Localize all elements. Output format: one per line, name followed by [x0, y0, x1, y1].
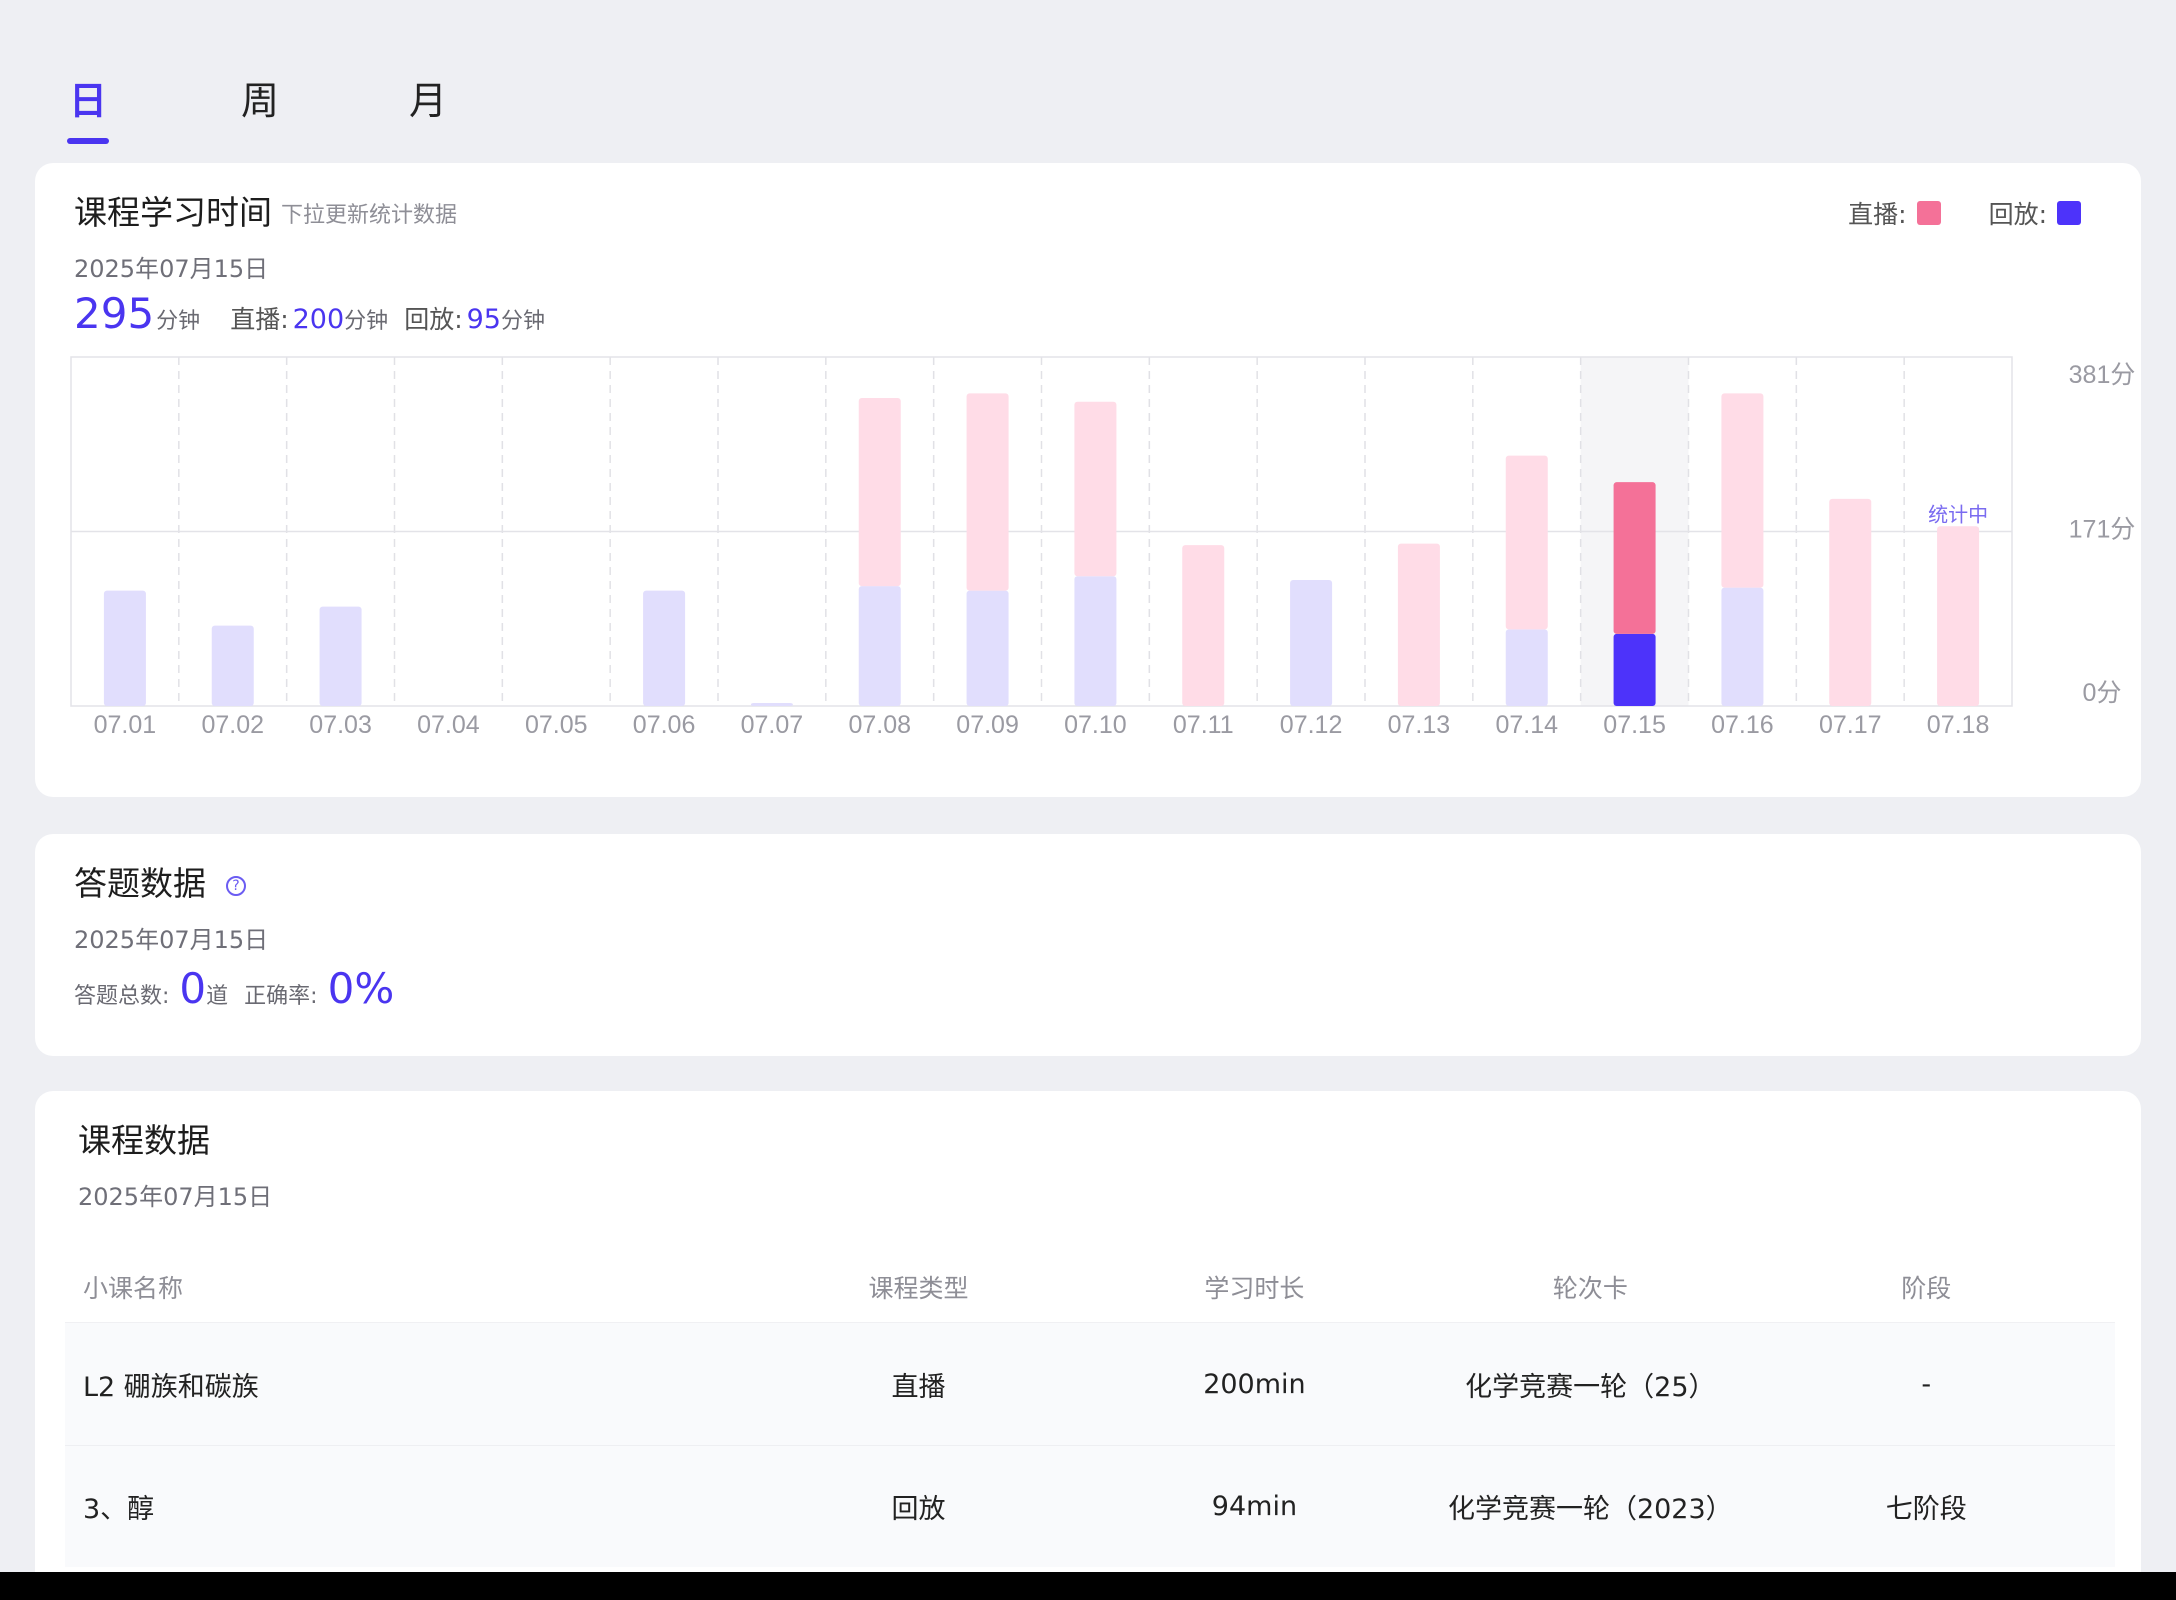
x-tick-label: 07.02	[201, 711, 264, 739]
bar-replay	[858, 586, 901, 706]
answer-total-value: 0	[179, 964, 207, 1013]
x-tick-label: 07.11	[1173, 711, 1234, 739]
bar-live	[1505, 455, 1548, 630]
cell-round-card: 化学竞赛一轮（2023）	[1447, 1494, 1733, 1525]
x-tick-label: 07.14	[1495, 711, 1558, 739]
bar-live	[1182, 545, 1225, 706]
course-data-title: 课程数据	[78, 1121, 210, 1160]
table-header: 小课名称 课程类型 学习时长 轮次卡 阶段	[65, 1251, 2115, 1323]
column-header-duration: 学习时长	[1204, 1273, 1305, 1303]
answer-total-unit: 道	[206, 984, 229, 1009]
active-tab-indicator	[67, 138, 109, 144]
cell-course-type: 回放	[891, 1494, 946, 1525]
status-label: 统计中	[1928, 504, 1988, 527]
x-tick-label: 07.12	[1280, 711, 1343, 739]
x-tick-label: 07.16	[1711, 711, 1774, 739]
table-row[interactable]: L2 硼族和碳族 直播 200min 化学竞赛一轮（25） -	[65, 1323, 2115, 1445]
tab-day[interactable]: 日	[69, 76, 107, 126]
bar-replay	[1613, 633, 1656, 706]
study-time-card: 课程学习时间 下拉更新统计数据 直播: 回放: 2025年07月15日 295 …	[35, 163, 2141, 797]
tab-week[interactable]: 周	[241, 76, 279, 126]
x-tick-label: 07.09	[956, 711, 1019, 739]
cell-duration: 94min	[1211, 1491, 1298, 1522]
cell-course-name: L2 硼族和碳族	[83, 1371, 259, 1403]
bar-live	[1937, 526, 1980, 706]
column-header-type: 课程类型	[868, 1273, 969, 1303]
y-tick-label: 171分	[2069, 516, 2136, 544]
table-row[interactable]: 3、醇 回放 94min 化学竞赛一轮（2023） 七阶段	[65, 1445, 2115, 1567]
bar-replay	[1290, 580, 1333, 706]
bottom-bar	[0, 1572, 2176, 1600]
cell-duration: 200min	[1203, 1368, 1306, 1400]
y-tick-label: 0分	[2083, 679, 2122, 707]
bar-replay	[643, 590, 686, 706]
bar-live	[1721, 393, 1764, 588]
answer-data-date: 2025年07月15日	[74, 926, 269, 954]
x-tick-label: 07.13	[1388, 711, 1451, 739]
x-tick-label: 07.03	[309, 711, 372, 739]
bar-live	[1613, 482, 1656, 634]
x-tick-label: 07.06	[633, 711, 696, 739]
bar-live	[1074, 401, 1117, 577]
bar-live	[858, 397, 901, 587]
bar-replay	[966, 590, 1009, 706]
bar-live	[1397, 543, 1440, 706]
help-icon[interactable]: ?	[226, 875, 246, 896]
course-data-date: 2025年07月15日	[78, 1183, 273, 1211]
x-tick-label: 07.07	[741, 711, 804, 739]
bar-live	[1829, 498, 1872, 706]
column-header-name: 小课名称	[83, 1273, 184, 1303]
x-tick-label: 07.08	[848, 711, 911, 739]
x-tick-label: 07.10	[1064, 711, 1127, 739]
course-data-card: 课程数据 2025年07月15日 小课名称 课程类型 学习时长 轮次卡 阶段 L…	[35, 1091, 2141, 1600]
period-tabs: 日 周 月	[0, 0, 2176, 160]
column-header-stage: 阶段	[1901, 1273, 1952, 1303]
column-header-card: 轮次卡	[1552, 1273, 1628, 1303]
bar-replay	[1074, 576, 1117, 706]
x-tick-label: 07.04	[417, 711, 480, 739]
bar-live	[966, 393, 1009, 591]
answer-data-card: 答题数据? 2025年07月15日 答题总数: 0 道 正确率: 0%	[35, 834, 2141, 1056]
cell-stage: -	[1921, 1368, 1932, 1400]
cell-course-type: 直播	[891, 1371, 946, 1403]
accuracy-label: 正确率:	[244, 984, 318, 1009]
x-tick-label: 07.15	[1603, 711, 1666, 739]
bar-replay	[103, 590, 146, 706]
x-tick-label: 07.18	[1927, 711, 1990, 739]
answer-summary: 答题总数: 0 道 正确率: 0%	[74, 964, 394, 1014]
course-table: 小课名称 课程类型 学习时长 轮次卡 阶段 L2 硼族和碳族 直播 200min…	[65, 1251, 2115, 1567]
x-tick-label: 07.01	[94, 711, 157, 739]
bar-replay	[319, 606, 362, 706]
cell-stage: 七阶段	[1885, 1494, 1967, 1525]
cell-round-card: 化学竞赛一轮（25）	[1465, 1371, 1716, 1403]
y-tick-label: 381分	[2069, 361, 2136, 389]
answer-data-title-row: 答题数据?	[74, 862, 246, 906]
answer-data-title: 答题数据	[74, 864, 206, 903]
accuracy-value: 0%	[327, 964, 395, 1013]
tab-month[interactable]: 月	[409, 76, 447, 126]
bar-replay	[211, 625, 254, 706]
answer-total-label: 答题总数:	[74, 984, 170, 1009]
bar-replay	[1721, 587, 1764, 706]
x-tick-label: 07.17	[1819, 711, 1882, 739]
x-tick-label: 07.05	[525, 711, 588, 739]
bar-replay	[750, 702, 793, 706]
study-time-chart[interactable]: 07.01 07.02 07.03 07.04 07.05 07.06 07.07 07.08…	[35, 163, 2141, 797]
cell-course-name: 3、醇	[83, 1494, 155, 1525]
bar-replay	[1505, 629, 1548, 706]
